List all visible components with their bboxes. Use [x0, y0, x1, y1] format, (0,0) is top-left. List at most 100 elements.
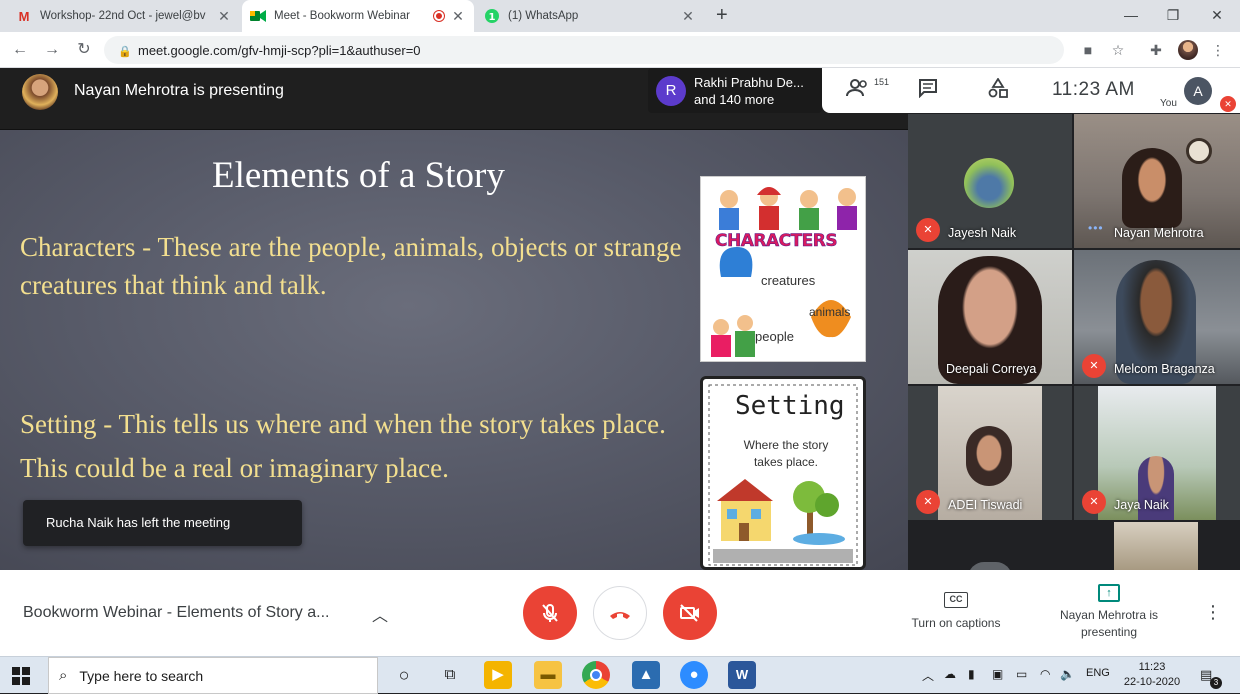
speaking-indicator-icon: ••• — [1088, 221, 1104, 235]
camera-icon[interactable]: ■ — [1078, 40, 1098, 60]
speaker-name: Rakhi Prabhu De... — [694, 75, 804, 90]
mic-off-icon: ✕ — [916, 490, 940, 514]
clipart-word-animals: animals — [809, 305, 851, 319]
zoom-icon[interactable]: ● — [680, 661, 708, 689]
participant-tile[interactable]: ✕ Jaya Naik — [1074, 386, 1240, 520]
forward-icon[interactable]: → — [40, 38, 64, 62]
participant-video — [1122, 148, 1182, 228]
lock-icon: 🔒 — [118, 46, 132, 58]
profile-avatar[interactable] — [1178, 40, 1198, 60]
presenting-label[interactable]: Nayan Mehrotra is presenting — [1046, 607, 1172, 641]
leave-call-button[interactable] — [593, 586, 647, 640]
tray-app-icon[interactable]: ▣ — [992, 667, 1003, 681]
file-explorer-icon[interactable]: ▬ — [534, 661, 562, 689]
speaker-chip[interactable]: R Rakhi Prabhu De... and 140 more — [648, 68, 822, 113]
minimize-icon[interactable]: — — [1108, 0, 1154, 32]
characters-heading: CHARACTERS — [715, 231, 838, 252]
setting-subtext: Where the story takes place. — [743, 438, 829, 469]
mic-off-icon: ✕ — [1082, 490, 1106, 514]
media-player-icon[interactable]: ▶ — [484, 661, 512, 689]
taskbar-clock[interactable]: 11:23 22-10-2020 — [1120, 660, 1184, 690]
photos-icon[interactable]: ▲ — [632, 661, 660, 689]
participant-name: Melcom Braganza — [1114, 362, 1215, 376]
window-close-icon[interactable]: ✕ — [1194, 0, 1240, 32]
close-icon[interactable]: ✕ — [216, 8, 232, 25]
mic-toggle-button[interactable] — [523, 586, 577, 640]
word-icon[interactable]: W — [728, 661, 756, 689]
clipart-word-people: people — [755, 329, 795, 344]
camera-off-icon — [680, 604, 699, 622]
participant-tile[interactable]: ✕ ADEI Tiswadi — [908, 386, 1072, 520]
participant-tile[interactable]: ✕ Jayesh Naik — [908, 114, 1072, 248]
taskbar-date: 22-10-2020 — [1123, 676, 1181, 688]
star-icon[interactable]: ☆ — [1108, 40, 1128, 60]
participant-tile[interactable]: ✕ Melcom Braganza — [1074, 250, 1240, 384]
address-bar[interactable]: 🔒 meet.google.com/gfv-hmji-scp?pli=1&aut… — [104, 36, 1064, 64]
tab-title: Workshop- 22nd Oct - jewel@bv — [40, 10, 206, 22]
participant-tile[interactable]: Deepali Correya — [908, 250, 1072, 384]
hang-up-icon — [610, 612, 630, 619]
meet-icon — [250, 8, 266, 24]
windows-taskbar: ⌕ Type here to search ○ ⧉ ▶ ▬ ▲ ● W ︿ ☁ … — [0, 656, 1240, 694]
people-icon[interactable] — [846, 78, 870, 103]
new-tab-icon[interactable]: + — [716, 4, 728, 27]
chrome-icon[interactable] — [582, 661, 610, 689]
windows-start-icon[interactable] — [12, 667, 30, 685]
chevron-up-icon[interactable]: ︿ — [372, 602, 388, 626]
tab-whatsapp[interactable]: 1 (1) WhatsApp ✕ — [476, 0, 704, 32]
tray-chevron-icon[interactable]: ︿ — [922, 667, 934, 684]
search-icon: ⌕ — [59, 667, 68, 684]
mic-off-icon — [542, 604, 558, 622]
tab-title: Meet - Bookworm Webinar — [274, 10, 410, 22]
wifi-icon[interactable]: ◠ — [1040, 667, 1050, 681]
chat-icon[interactable] — [918, 78, 938, 103]
tab-title: (1) WhatsApp — [508, 10, 579, 22]
mic-off-icon: ✕ — [916, 218, 940, 242]
volume-icon[interactable]: 🔈 — [1060, 667, 1075, 681]
tab-meet[interactable]: Meet - Bookworm Webinar ✕ — [242, 0, 474, 32]
mic-off-icon: ✕ — [1082, 354, 1106, 378]
task-view-icon[interactable]: ⧉ — [436, 661, 464, 689]
meet-info-bar: 151 11:23 AM You A ✕ — [822, 68, 1240, 113]
setting-heading: Setting — [735, 391, 845, 421]
chrome-menu-icon[interactable]: ⋮ — [1208, 40, 1228, 60]
tab-gmail[interactable]: M Workshop- 22nd Oct - jewel@bv ✕ — [8, 0, 240, 32]
participant-avatar — [964, 158, 1014, 208]
presenter-avatar — [22, 74, 58, 110]
captions-button-label[interactable]: Turn on captions — [896, 615, 1016, 632]
self-avatar[interactable]: A — [1184, 77, 1212, 105]
taskbar-time: 11:23 — [1138, 661, 1166, 673]
captions-icon[interactable]: CC — [944, 592, 968, 608]
participant-name: ADEI Tiswadi — [948, 498, 1023, 512]
extensions-icon[interactable]: ✚ — [1146, 40, 1166, 60]
activities-icon[interactable] — [988, 77, 1008, 103]
battery-icon[interactable]: ▭ — [1016, 667, 1027, 681]
restore-icon[interactable]: ❐ — [1150, 0, 1196, 32]
you-label: You — [1160, 98, 1177, 109]
participant-tile-partial[interactable] — [1114, 522, 1198, 570]
cortana-icon[interactable]: ○ — [390, 661, 418, 689]
meeting-clock: 11:23 AM — [1052, 79, 1135, 100]
participant-name: Jayesh Naik — [948, 226, 1017, 240]
whatsapp-icon: 1 — [484, 8, 500, 24]
onedrive-icon[interactable]: ☁ — [944, 667, 956, 681]
present-screen-icon[interactable]: ↑ — [1098, 584, 1120, 602]
taskbar-search-box[interactable]: ⌕ Type here to search — [48, 657, 378, 694]
close-icon[interactable]: ✕ — [680, 8, 696, 25]
participant-name: Deepali Correya — [946, 362, 1037, 376]
reload-icon[interactable]: ↻ — [72, 38, 96, 62]
microphone-icon[interactable]: ▮ — [968, 667, 975, 681]
camera-toggle-button[interactable] — [663, 586, 717, 640]
participant-tile[interactable]: ••• Nayan Mehrotra — [1074, 114, 1240, 248]
close-icon[interactable]: ✕ — [450, 8, 466, 25]
participant-grid: ✕ Jayesh Naik ••• Nayan Mehrotra Deepali… — [908, 114, 1240, 578]
browser-tab-strip: M Workshop- 22nd Oct - jewel@bv ✕ Meet -… — [0, 0, 1240, 32]
meeting-title[interactable]: Bookworm Webinar - Elements of Story a..… — [23, 604, 329, 622]
presenter-text: Nayan Mehrotra is presenting — [74, 82, 284, 99]
back-icon[interactable]: ← — [8, 38, 32, 62]
notification-count: 3 — [1210, 677, 1222, 689]
browser-toolbar: ← → ↻ 🔒 meet.google.com/gfv-hmji-scp?pli… — [0, 32, 1240, 68]
recording-icon — [434, 11, 444, 21]
more-options-icon[interactable]: ⋮ — [1204, 602, 1222, 623]
language-indicator[interactable]: ENG — [1086, 667, 1110, 679]
